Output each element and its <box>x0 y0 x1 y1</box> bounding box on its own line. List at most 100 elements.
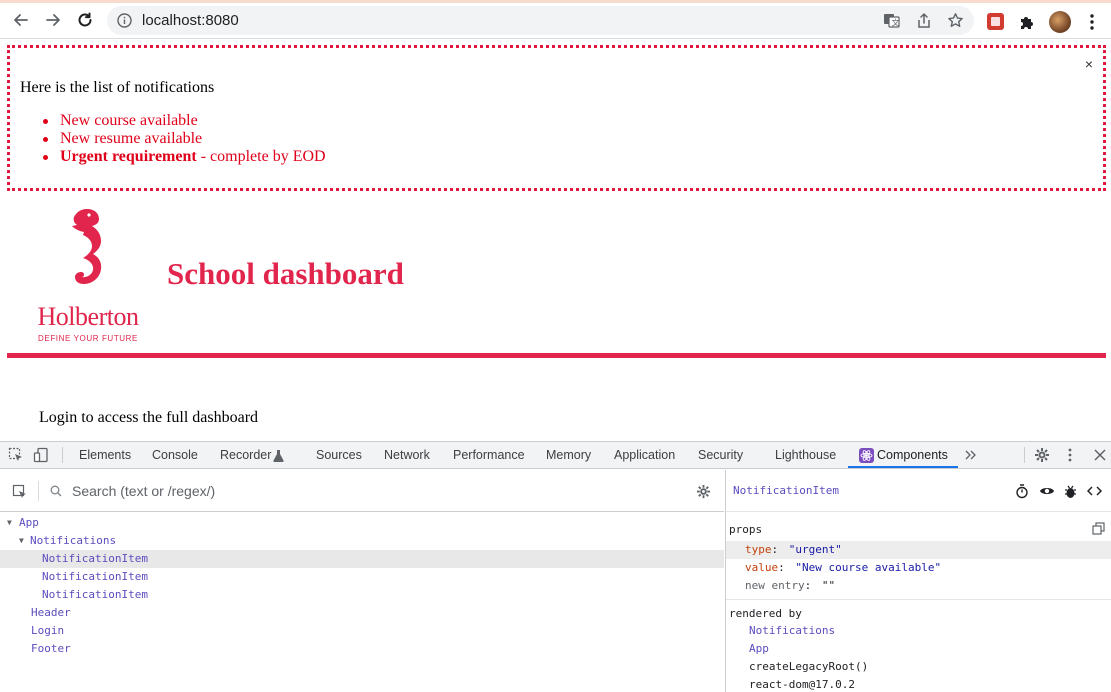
prop-row-new-entry[interactable]: new entry: "" <box>726 577 1111 595</box>
tree-node-notifications[interactable]: ▼ Notifications <box>0 532 724 550</box>
tree-node-login[interactable]: Login <box>0 622 724 640</box>
back-button[interactable] <box>8 7 34 33</box>
tab-recorder[interactable]: Recorder <box>220 448 271 462</box>
flask-icon <box>273 450 284 462</box>
select-element-icon[interactable] <box>12 484 28 500</box>
seahorse-icon <box>72 209 102 284</box>
rendered-by-notifications[interactable]: Notifications <box>749 622 835 640</box>
notification-item[interactable]: New course available <box>40 112 326 130</box>
url-text[interactable]: localhost:8080 <box>142 12 239 29</box>
props-heading: props <box>729 523 763 536</box>
extension-icon[interactable] <box>987 13 1004 30</box>
caret-down-icon[interactable]: ▼ <box>7 514 12 532</box>
browser-toolbar: localhost:8080 文 <box>0 3 1111 39</box>
devtools-panel: Elements Console Recorder Sources Networ… <box>0 441 1111 692</box>
puzzle-icon[interactable] <box>1018 13 1036 31</box>
active-tab-indicator <box>848 466 958 468</box>
inspected-component-name: NotificationItem <box>733 484 839 497</box>
tab-memory[interactable]: Memory <box>546 448 591 462</box>
tab-sources[interactable]: Sources <box>316 448 362 462</box>
component-tree: ▼ App ▼ Notifications NotificationItem Not… <box>0 514 724 658</box>
tab-lighthouse[interactable]: Lighthouse <box>775 448 836 462</box>
tree-node-label: NotificationItem <box>42 570 148 583</box>
search-input[interactable] <box>48 480 668 502</box>
kebab-menu-icon[interactable] <box>1066 447 1074 463</box>
inspector-header: NotificationItem <box>726 470 1111 512</box>
logo-wordmark: Holberton <box>37 302 139 331</box>
new-entry-value[interactable]: "" <box>822 579 835 592</box>
inspector-pane: NotificationItem props type: "urgent" va… <box>725 470 1111 692</box>
tab-application[interactable]: Application <box>614 448 675 462</box>
tree-node-header[interactable]: Header <box>0 604 724 622</box>
tree-node-notificationitem[interactable]: NotificationItem <box>0 550 724 568</box>
tab-network[interactable]: Network <box>384 448 430 462</box>
device-toolbar-icon[interactable] <box>33 447 49 463</box>
urgent-strong-text: Urgent requirement <box>60 148 197 165</box>
gear-icon[interactable] <box>1034 447 1050 463</box>
arrow-left-icon <box>14 14 28 26</box>
kebab-menu-icon[interactable] <box>1087 13 1097 31</box>
close-button[interactable]: × <box>1085 56 1093 72</box>
tree-node-label: NotificationItem <box>42 588 148 601</box>
tree-node-label: Notifications <box>30 534 117 547</box>
inspect-element-icon[interactable] <box>8 447 24 463</box>
prop-key: value <box>745 561 779 574</box>
translate-icon[interactable]: 文 <box>883 12 900 29</box>
caret-down-icon[interactable]: ▼ <box>19 532 24 550</box>
tree-node-label: Login <box>31 624 65 637</box>
close-devtools-icon[interactable] <box>1093 447 1107 463</box>
arrow-right-icon <box>46 14 60 26</box>
tab-security[interactable]: Security <box>698 448 743 462</box>
prop-value[interactable]: "New course available" <box>795 561 941 574</box>
prop-row-value[interactable]: value: "New course available" <box>726 559 1111 577</box>
more-tabs-chevron-icon[interactable] <box>965 450 977 460</box>
code-brackets-icon[interactable] <box>1087 484 1102 498</box>
logo-tagline: DEFINE YOUR FUTURE <box>38 334 138 343</box>
reload-button[interactable] <box>72 7 98 33</box>
urgent-rest-text: - complete by EOD <box>196 148 326 165</box>
tree-node-label: Footer <box>31 642 71 655</box>
info-icon[interactable] <box>117 13 132 28</box>
tab-components[interactable]: Components <box>877 448 948 462</box>
holberton-logo: Holberton DEFINE YOUR FUTURE <box>25 205 151 343</box>
tab-console[interactable]: Console <box>152 448 198 462</box>
stopwatch-icon[interactable] <box>1015 484 1029 499</box>
bug-icon[interactable] <box>1064 484 1077 499</box>
share-icon[interactable] <box>916 12 932 29</box>
notifications-title: Here is the list of notifications <box>20 79 215 96</box>
notification-item[interactable]: New resume available <box>40 130 326 148</box>
tree-node-app[interactable]: ▼ App <box>0 514 724 532</box>
tree-node-footer[interactable]: Footer <box>0 640 724 658</box>
tab-elements[interactable]: Elements <box>79 448 131 462</box>
address-bar[interactable]: localhost:8080 文 <box>107 6 974 35</box>
prop-row-type[interactable]: type: "urgent" <box>726 541 1111 559</box>
header-divider <box>7 353 1106 358</box>
notification-item-urgent[interactable]: Urgent requirement - complete by EOD <box>40 148 326 166</box>
bookmark-star-icon[interactable] <box>947 12 964 29</box>
gear-icon[interactable] <box>696 484 711 499</box>
tree-node-notificationitem[interactable]: NotificationItem <box>0 568 724 586</box>
search-divider <box>38 481 39 501</box>
forward-button[interactable] <box>40 7 66 33</box>
profile-avatar[interactable] <box>1049 11 1071 33</box>
notifications-panel: × Here is the list of notifications New … <box>7 45 1106 191</box>
copy-icon[interactable] <box>1092 522 1105 535</box>
prop-value[interactable]: "urgent" <box>789 543 842 556</box>
rendered-by-react-dom: react-dom@17.0.2 <box>749 678 855 691</box>
tab-performance[interactable]: Performance <box>453 448 525 462</box>
svg-text:文: 文 <box>892 18 900 28</box>
tree-node-notificationitem[interactable]: NotificationItem <box>0 586 724 604</box>
rendered-by-heading: rendered by <box>729 607 802 620</box>
tree-node-label: App <box>19 516 39 529</box>
tree-node-label: Header <box>31 606 71 619</box>
tree-node-label: NotificationItem <box>42 552 148 565</box>
component-search-bar <box>0 470 724 512</box>
eye-icon[interactable] <box>1039 484 1055 498</box>
tab-separator <box>1024 447 1025 463</box>
app-header: Holberton DEFINE YOUR FUTURE School dash… <box>7 200 1106 360</box>
rendered-by-app[interactable]: App <box>749 640 769 658</box>
section-divider <box>726 599 1111 600</box>
page-title: School dashboard <box>167 256 404 291</box>
new-entry-key[interactable]: new entry <box>745 579 805 592</box>
rendered-by-root: createLegacyRoot() <box>749 660 869 673</box>
